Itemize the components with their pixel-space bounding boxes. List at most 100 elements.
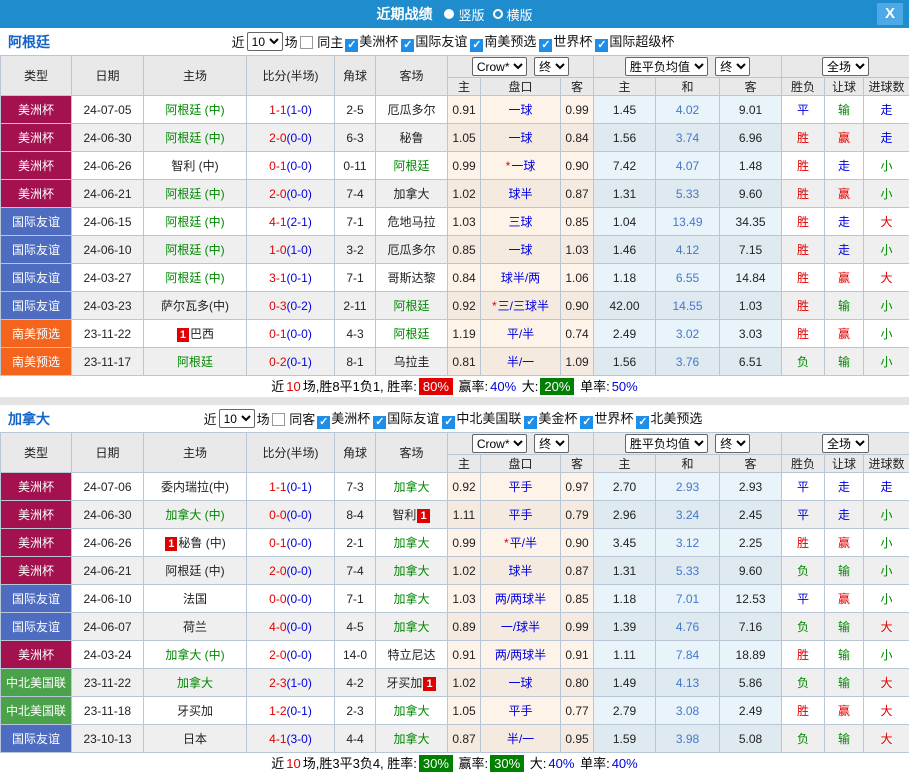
- date-cell: 23-11-22: [72, 320, 144, 348]
- summary-segment: 大:: [526, 756, 546, 771]
- checkbox-checked-icon[interactable]: ✓: [524, 416, 537, 429]
- home-odds-cell: 0.81: [448, 348, 481, 376]
- away-team-name: 加拿大: [393, 732, 429, 746]
- close-button[interactable]: X: [877, 3, 903, 25]
- changed-handicap-star: *: [506, 159, 511, 173]
- col-header-away: 客场: [376, 56, 448, 96]
- same-venue-filter[interactable]: 同主: [300, 32, 344, 51]
- halftime-score: (0-2): [287, 299, 312, 313]
- fullmatch-select[interactable]: 全场: [822, 57, 869, 76]
- handicap-cell: 一/球半: [481, 613, 561, 641]
- checkbox-checked-icon[interactable]: ✓: [539, 39, 552, 52]
- vertical-layout-label[interactable]: 竖版: [458, 5, 484, 24]
- goals-result-cell: 走: [864, 124, 909, 152]
- mean-away-cell: 5.08: [720, 725, 782, 753]
- checkbox-checked-icon[interactable]: ✓: [470, 39, 483, 52]
- odds-final-select[interactable]: 终: [534, 434, 569, 453]
- recent-count-select[interactable]: 10: [247, 32, 283, 51]
- home-team-name: 阿根廷: [177, 355, 213, 369]
- league-filter[interactable]: ✓国际友谊: [373, 411, 439, 426]
- halftime-score: (0-0): [287, 648, 312, 662]
- away-team-name: 阿根廷: [393, 327, 429, 341]
- mean-away-cell: 6.96: [720, 124, 782, 152]
- fullmatch-select[interactable]: 全场: [822, 434, 869, 453]
- mean-home-cell: 3.45: [594, 529, 656, 557]
- home-team-cell: 阿根廷: [144, 348, 247, 376]
- home-odds-cell: 1.11: [448, 501, 481, 529]
- date-cell: 24-06-10: [72, 236, 144, 264]
- recent-count-select[interactable]: 10: [219, 409, 255, 428]
- odds-final-select[interactable]: 终: [534, 57, 569, 76]
- fulltime-score: 0-0: [269, 508, 286, 522]
- home-team-cell: 牙买加: [144, 697, 247, 725]
- checkbox-checked-icon[interactable]: ✓: [595, 39, 608, 52]
- result-cell: 负: [782, 669, 825, 697]
- away-odds-cell: 0.97: [561, 473, 594, 501]
- checkbox-icon[interactable]: [300, 36, 313, 49]
- summary-line: 近10场,胜8平1负1, 胜率:80% 赢率:40% 大:20% 单率:50%: [0, 376, 909, 397]
- checkbox-checked-icon[interactable]: ✓: [373, 416, 386, 429]
- summary-segment: 赢率:: [455, 756, 488, 771]
- summary-segment: 场,胜8平1负1, 胜率:: [303, 379, 417, 394]
- result-cell: 胜: [782, 320, 825, 348]
- col-header-score: 比分(半场): [247, 56, 335, 96]
- handicap-cell: 半/一: [481, 725, 561, 753]
- mean-home-cell: 1.59: [594, 725, 656, 753]
- mean-home-cell: 7.42: [594, 152, 656, 180]
- league-filter[interactable]: ✓世界杯: [539, 34, 592, 49]
- league-filter[interactable]: ✓世界杯: [580, 411, 633, 426]
- away-team-cell: 加拿大: [376, 697, 448, 725]
- home-team-cell: 委内瑞拉(中): [144, 473, 247, 501]
- mean-select[interactable]: 胜平负均值: [625, 57, 708, 76]
- fulltime-score: 0-2: [269, 355, 286, 369]
- recent-label: 近: [232, 32, 245, 51]
- mean-select[interactable]: 胜平负均值: [625, 434, 708, 453]
- league-filter[interactable]: ✓美金杯: [524, 411, 577, 426]
- checkbox-checked-icon[interactable]: ✓: [401, 39, 414, 52]
- mean-draw-cell: 7.84: [656, 641, 720, 669]
- league-filter[interactable]: ✓国际超级杯: [595, 34, 674, 49]
- mean-draw-cell: 6.55: [656, 264, 720, 292]
- checkbox-icon[interactable]: [272, 413, 285, 426]
- handicap-cell: *平/半: [481, 529, 561, 557]
- corner-cell: 4-4: [335, 725, 376, 753]
- mean-final-select[interactable]: 终: [715, 434, 750, 453]
- league-filter[interactable]: ✓北美预选: [636, 411, 702, 426]
- rank-badge: 1: [423, 677, 435, 691]
- league-filter[interactable]: ✓美洲杯: [317, 411, 370, 426]
- mean-final-select[interactable]: 终: [715, 57, 750, 76]
- fulltime-score: 3-1: [269, 271, 286, 285]
- mean-draw-cell: 13.49: [656, 208, 720, 236]
- league-filter-label: 世界杯: [553, 34, 592, 49]
- checkbox-checked-icon[interactable]: ✓: [442, 416, 455, 429]
- checkbox-checked-icon[interactable]: ✓: [317, 416, 330, 429]
- home-odds-cell: 1.02: [448, 180, 481, 208]
- horizontal-layout-label[interactable]: 横版: [507, 5, 533, 24]
- horizontal-layout-radio[interactable]: [493, 9, 503, 19]
- handicap-result-cell: 赢: [825, 585, 864, 613]
- bookmaker-select[interactable]: Crow*: [472, 434, 527, 453]
- corner-cell: 8-4: [335, 501, 376, 529]
- league-filter[interactable]: ✓美洲杯: [345, 34, 398, 49]
- same-venue-filter[interactable]: 同客: [272, 409, 316, 428]
- corner-cell: 3-2: [335, 236, 376, 264]
- match-type-badge: 国际友谊: [1, 236, 72, 264]
- league-filter[interactable]: ✓中北美国联: [442, 411, 521, 426]
- fulltime-score: 0-1: [269, 327, 286, 341]
- league-filter[interactable]: ✓南美预选: [470, 34, 536, 49]
- match-row: 美洲杯24-06-30加拿大 (中)0-0(0-0)8-4智利11.11平手0.…: [1, 501, 909, 529]
- score-cell: 0-1(0-0): [247, 529, 335, 557]
- home-odds-cell: 0.89: [448, 613, 481, 641]
- mean-home-cell: 2.79: [594, 697, 656, 725]
- summary-segment: 场,胜3平3负4, 胜率:: [303, 756, 417, 771]
- match-row: 国际友谊24-03-23萨尔瓦多(中)0-3(0-2)2-11阿根廷0.92*三…: [1, 292, 909, 320]
- vertical-layout-radio[interactable]: [444, 9, 454, 19]
- league-filter[interactable]: ✓国际友谊: [401, 34, 467, 49]
- goals-result-cell: 大: [864, 697, 909, 725]
- match-type-badge: 美洲杯: [1, 501, 72, 529]
- checkbox-checked-icon[interactable]: ✓: [636, 416, 649, 429]
- checkbox-checked-icon[interactable]: ✓: [345, 39, 358, 52]
- date-cell: 24-06-30: [72, 124, 144, 152]
- checkbox-checked-icon[interactable]: ✓: [580, 416, 593, 429]
- bookmaker-select[interactable]: Crow*: [472, 57, 527, 76]
